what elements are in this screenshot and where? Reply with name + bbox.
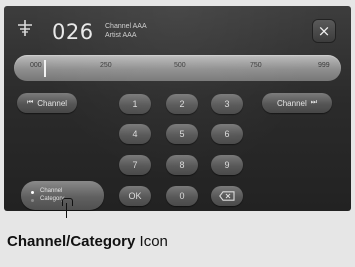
key-9[interactable]: 9 <box>211 155 243 175</box>
key-4[interactable]: 4 <box>119 124 151 144</box>
caption-normal: Icon <box>135 233 168 250</box>
key-2[interactable]: 2 <box>166 94 198 114</box>
channel-category-line1: Channel <box>40 188 63 194</box>
key-3[interactable]: 3 <box>211 94 243 114</box>
callout-bracket <box>62 198 73 206</box>
inactive-indicator-icon <box>31 199 34 202</box>
close-button[interactable]: × <box>313 20 335 42</box>
audio-screen: 026 Channel AAA Artist AAA × 000 250 500… <box>4 6 351 211</box>
artist-name: Artist AAA <box>105 32 137 39</box>
channel-slider[interactable]: 000 250 500 750 999 <box>14 55 341 81</box>
channel-category-line2: Category <box>40 196 65 202</box>
slider-tick: 999 <box>318 62 330 69</box>
channel-name: Channel AAA <box>105 23 147 30</box>
ok-button[interactable]: OK <box>119 186 151 206</box>
channel-up-button[interactable]: Channel ⏭ <box>262 93 332 113</box>
channel-number: 026 <box>52 20 94 44</box>
callout-line <box>66 203 67 218</box>
backspace-icon <box>219 191 235 201</box>
slider-tick: 750 <box>250 62 262 69</box>
slider-tick: 000 <box>30 62 42 69</box>
key-7[interactable]: 7 <box>119 155 151 175</box>
skip-back-icon: ⏮ <box>26 99 34 106</box>
slider-tick: 500 <box>174 62 186 69</box>
channel-up-label: Channel <box>276 98 307 108</box>
channel-down-button[interactable]: ⏮ Channel <box>17 93 77 113</box>
key-1[interactable]: 1 <box>119 94 151 114</box>
caption-bold: Channel/Category <box>7 233 136 250</box>
active-indicator-icon <box>31 191 34 194</box>
slider-position-marker[interactable] <box>43 60 46 77</box>
backspace-button[interactable] <box>211 186 243 206</box>
page: 026 Channel AAA Artist AAA × 000 250 500… <box>0 0 355 267</box>
channel-down-label: Channel <box>37 98 68 108</box>
key-0[interactable]: 0 <box>166 186 198 206</box>
slider-tick: 250 <box>100 62 112 69</box>
key-5[interactable]: 5 <box>166 124 198 144</box>
key-8[interactable]: 8 <box>166 155 198 175</box>
skip-forward-icon: ⏭ <box>310 99 318 106</box>
antenna-icon <box>18 20 32 36</box>
figure-caption: Channel/Category Icon <box>7 233 168 250</box>
key-6[interactable]: 6 <box>211 124 243 144</box>
